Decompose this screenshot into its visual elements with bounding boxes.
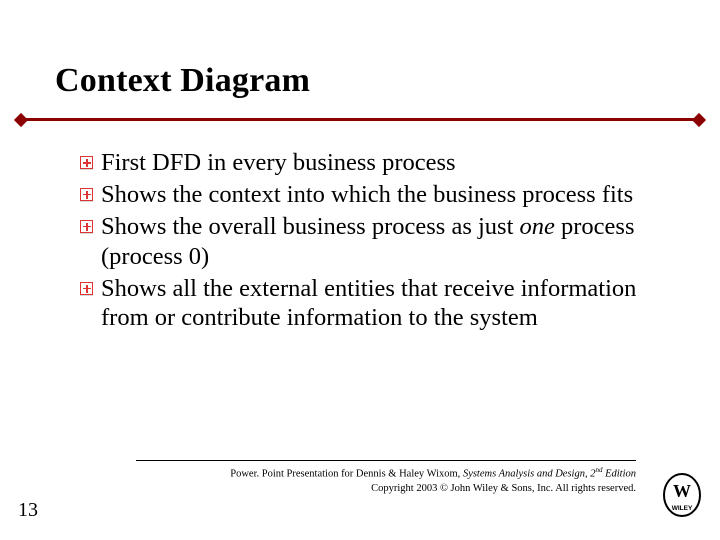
bullet-item: Shows the overall business process as ju… xyxy=(80,212,670,272)
bullet-text: Shows the overall business process as ju… xyxy=(101,212,670,272)
bullet-item: Shows all the external entities that rec… xyxy=(80,274,670,334)
slide: Context Diagram First DFD in every busin… xyxy=(0,0,720,540)
svg-text:WILEY: WILEY xyxy=(672,505,693,512)
bullet-italic: one xyxy=(520,213,555,240)
bullet-item: First DFD in every business process xyxy=(80,148,670,178)
bullet-item: Shows the context into which the busines… xyxy=(80,180,670,210)
footer-text: Power. Point Presentation for Dennis & H… xyxy=(136,466,636,496)
bullet-icon xyxy=(80,282,93,295)
bullet-icon xyxy=(80,220,93,233)
diamond-right-icon xyxy=(692,112,706,126)
footer-line-2: Copyright 2003 © John Wiley & Sons, Inc.… xyxy=(136,482,636,496)
divider-line xyxy=(18,118,702,121)
footer-ed-post: Edition xyxy=(602,469,636,480)
footer-pre: Power. Point Presentation for Dennis & H… xyxy=(230,469,463,480)
bullet-list: First DFD in every business process Show… xyxy=(80,148,670,335)
title-area: Context Diagram xyxy=(55,62,665,100)
bullet-text: First DFD in every business process xyxy=(101,148,456,178)
svg-text:W: W xyxy=(673,481,691,501)
bullet-text: Shows the context into which the busines… xyxy=(101,180,633,210)
bullet-pre: Shows the overall business process as ju… xyxy=(101,213,520,240)
wiley-logo-icon: W WILEY xyxy=(662,472,702,518)
footer-divider xyxy=(136,460,636,461)
footer-line-1: Power. Point Presentation for Dennis & H… xyxy=(136,466,636,482)
page-number: 13 xyxy=(18,499,38,522)
title-divider xyxy=(18,113,702,127)
bullet-icon xyxy=(80,156,93,169)
slide-title: Context Diagram xyxy=(55,62,665,100)
bullet-icon xyxy=(80,188,93,201)
bullet-text: Shows all the external entities that rec… xyxy=(101,274,670,334)
footer-title-italic: Systems Analysis and Design, xyxy=(463,469,590,480)
